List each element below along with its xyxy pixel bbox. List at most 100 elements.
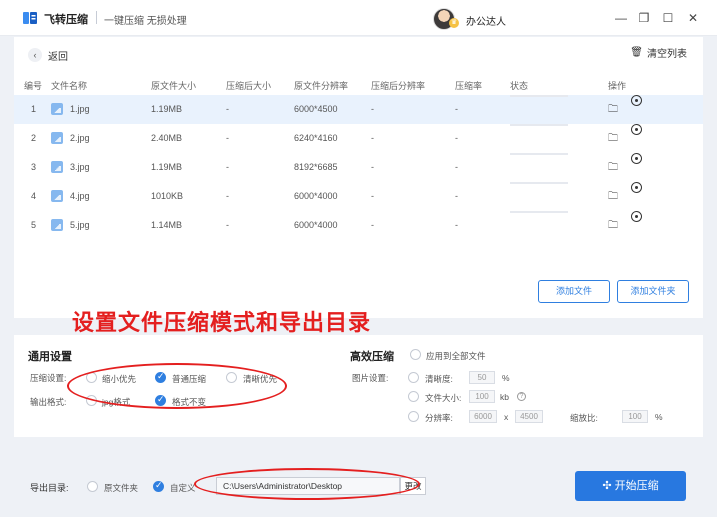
- preview-icon[interactable]: [631, 211, 642, 222]
- folder-icon[interactable]: 🗀: [608, 153, 618, 182]
- file-name: 1.jpg: [70, 104, 90, 114]
- resolution-height-input[interactable]: 4500: [515, 410, 543, 423]
- row-number: 4: [31, 191, 37, 201]
- resolution-width-input[interactable]: 6000: [469, 410, 497, 423]
- col-header-name: 文件名称: [51, 81, 88, 91]
- trash-icon: 🗑: [630, 47, 643, 58]
- compress-icon: ✣: [602, 480, 612, 492]
- back-button[interactable]: ‹ 返回: [28, 47, 68, 63]
- compression-ratio: -: [455, 191, 458, 201]
- original-folder-label[interactable]: 原文件夹: [104, 482, 138, 494]
- resolution: 6000*4500: [294, 104, 338, 114]
- change-path-button[interactable]: 更改: [400, 477, 426, 495]
- option-shrink-first[interactable]: 缩小优先: [102, 373, 136, 385]
- radio-resolution[interactable]: [408, 411, 419, 422]
- status-progress-bar: [510, 153, 568, 155]
- file-table-body: 1 1.jpg 1.19MB - 6000*4500 - - 🗀 2 2.jpg…: [14, 95, 703, 240]
- col-header-no: 编号: [24, 81, 43, 91]
- status-progress-bar: [510, 95, 568, 97]
- status-progress-bar: [510, 211, 568, 213]
- folder-icon[interactable]: 🗀: [608, 182, 618, 211]
- folder-icon[interactable]: 🗀: [608, 124, 618, 153]
- maximize-button[interactable]: ☐: [660, 10, 676, 26]
- table-row[interactable]: 1 1.jpg 1.19MB - 6000*4500 - - 🗀: [14, 95, 703, 124]
- clear-list-button[interactable]: 🗑 清空列表: [630, 45, 687, 60]
- start-compress-button[interactable]: ✣ 开始压缩: [575, 471, 686, 501]
- radio-file-size[interactable]: [408, 391, 419, 402]
- preview-icon[interactable]: [631, 124, 642, 135]
- minimize-button[interactable]: —: [613, 10, 629, 26]
- folder-icon[interactable]: 🗀: [608, 211, 618, 240]
- app-slogan: 一键压缩 无损处理: [104, 16, 187, 27]
- scale-label: 缩放比:: [570, 413, 598, 423]
- image-file-icon: [51, 161, 63, 173]
- file-name: 2.jpg: [70, 133, 90, 143]
- image-file-icon: [51, 219, 63, 231]
- radio-apply-all[interactable]: [410, 349, 421, 360]
- preview-icon[interactable]: [631, 95, 642, 106]
- export-bar: 导出目录: 原文件夹 自定义 C:\Users\Administrator\De…: [14, 459, 703, 509]
- resolution-x: x: [504, 412, 509, 422]
- resolution-label: 分辨率:: [425, 413, 453, 423]
- file-size-label: 文件大小:: [425, 393, 462, 403]
- clarity-label: 清晰度:: [425, 374, 453, 384]
- clarity-unit: %: [502, 373, 510, 383]
- apply-all-label[interactable]: 应用到全部文件: [426, 350, 486, 362]
- compressed-size: -: [226, 104, 229, 114]
- clear-list-label: 清空列表: [647, 49, 687, 60]
- back-arrow-icon: ‹: [28, 48, 42, 62]
- file-name: 3.jpg: [70, 162, 90, 172]
- scale-unit: %: [655, 412, 663, 422]
- custom-folder-label[interactable]: 自定义: [170, 482, 196, 494]
- col-header-ratio: 压缩率: [455, 81, 483, 91]
- efficient-compress-title: 高效压缩: [350, 351, 394, 363]
- image-settings-label: 图片设置:: [352, 373, 389, 383]
- file-size: 1.19MB: [151, 104, 183, 114]
- restore-button[interactable]: ❐: [636, 10, 652, 26]
- preview-icon[interactable]: [631, 182, 642, 193]
- add-file-button[interactable]: 添加文件: [538, 280, 610, 303]
- export-dir-label: 导出目录:: [30, 483, 69, 493]
- annotation-title: 设置文件压缩模式和导出目录: [72, 310, 372, 335]
- help-icon[interactable]: ?: [517, 392, 526, 401]
- table-row[interactable]: 2 2.jpg 2.40MB - 6240*4160 - - 🗀: [14, 124, 703, 153]
- option-jpg-format[interactable]: jpg格式: [102, 396, 130, 408]
- col-header-actions: 操作: [608, 81, 627, 91]
- close-button[interactable]: ✕: [685, 10, 701, 26]
- add-folder-button[interactable]: 添加文件夹: [617, 280, 689, 303]
- table-row[interactable]: 5 5.jpg 1.14MB - 6000*4000 - - 🗀: [14, 211, 703, 240]
- table-row[interactable]: 3 3.jpg 1.19MB - 8192*6685 - - 🗀: [14, 153, 703, 182]
- radio-jpg-format[interactable]: [86, 395, 97, 406]
- image-file-icon: [51, 103, 63, 115]
- compression-ratio: -: [455, 133, 458, 143]
- start-compress-label: 开始压缩: [614, 480, 659, 492]
- username[interactable]: 办公达人: [466, 13, 506, 28]
- compressed-size: -: [226, 133, 229, 143]
- preview-icon[interactable]: [631, 153, 642, 164]
- col-header-new-resolution: 压缩后分辨率: [371, 81, 426, 91]
- radio-keep-format[interactable]: [155, 394, 166, 406]
- vip-crown-icon: ♛: [449, 18, 459, 28]
- radio-clarity[interactable]: [408, 372, 419, 383]
- resolution: 8192*6685: [294, 162, 338, 172]
- file-size-input[interactable]: 100: [469, 390, 495, 403]
- image-file-icon: [51, 132, 63, 144]
- radio-normal-compress[interactable]: [155, 371, 166, 383]
- radio-clarity-first[interactable]: [226, 372, 237, 383]
- folder-icon[interactable]: 🗀: [608, 95, 618, 124]
- table-row[interactable]: 4 4.jpg 1010KB - 6000*4000 - - 🗀: [14, 182, 703, 211]
- compressed-resolution: -: [371, 191, 374, 201]
- radio-custom-folder[interactable]: [153, 480, 164, 492]
- settings-panel: 通用设置 压缩设置: 缩小优先 普通压缩 清晰优先 输出格式: jpg格式 格式…: [14, 335, 703, 437]
- file-name: 5.jpg: [70, 220, 90, 230]
- option-clarity-first[interactable]: 清晰优先: [243, 373, 277, 385]
- option-normal-compress[interactable]: 普通压缩: [172, 373, 206, 385]
- export-path-input[interactable]: C:\Users\Administrator\Desktop: [216, 477, 400, 495]
- row-number: 2: [31, 133, 37, 143]
- option-keep-format[interactable]: 格式不变: [172, 396, 206, 408]
- compressed-resolution: -: [371, 162, 374, 172]
- scale-input[interactable]: 100: [622, 410, 648, 423]
- radio-original-folder[interactable]: [87, 481, 98, 492]
- radio-shrink-first[interactable]: [86, 372, 97, 383]
- clarity-input[interactable]: 50: [469, 371, 495, 384]
